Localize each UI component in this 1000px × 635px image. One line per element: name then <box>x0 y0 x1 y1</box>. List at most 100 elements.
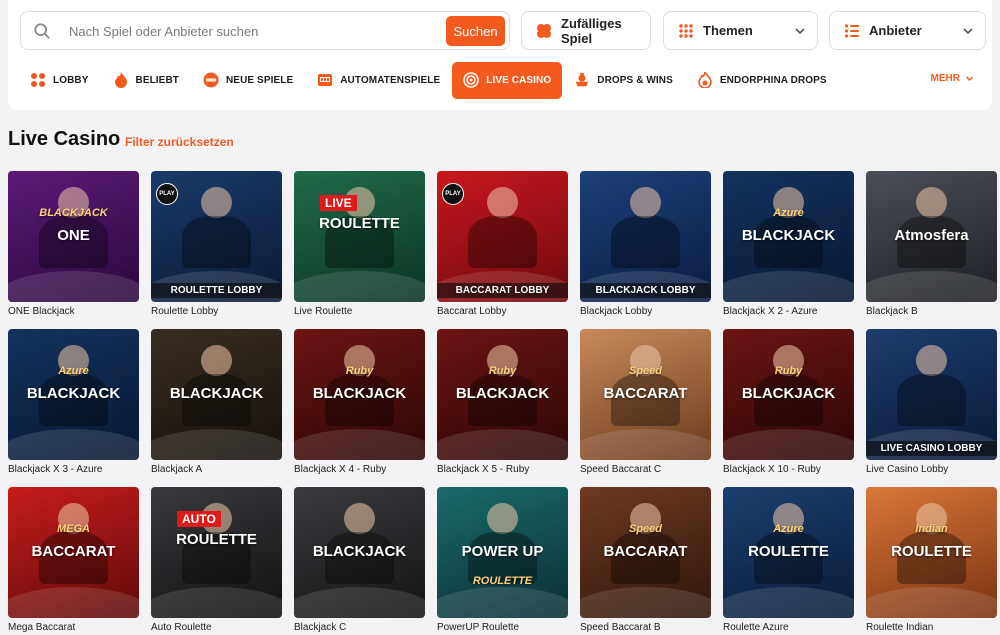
game-title[interactable]: Blackjack B <box>866 306 997 317</box>
game-thumbnail[interactable]: Azure ROULETTE <box>723 487 854 618</box>
play-badge: PLAY <box>156 183 178 205</box>
game-tile[interactable]: Ruby BLACKJACK Blackjack X 5 - Ruby <box>437 329 568 475</box>
chevron-down-icon <box>963 28 973 35</box>
game-tile[interactable]: PLAY ROULETTE LOBBY Roulette Lobby <box>151 171 282 317</box>
game-title[interactable]: Blackjack X 10 - Ruby <box>723 464 854 475</box>
game-overlay-title: BLACKJACK <box>455 385 550 402</box>
game-title[interactable]: Baccarat Lobby <box>437 306 568 317</box>
game-title[interactable]: Mega Baccarat <box>8 622 139 633</box>
game-title[interactable]: Blackjack X 3 - Azure <box>8 464 139 475</box>
nav-slots[interactable]: AUTOMATENSPIELE <box>305 62 452 98</box>
table-surface <box>580 586 711 618</box>
game-overlay-title: BLACKJACK <box>741 385 836 402</box>
search-input[interactable] <box>69 21 439 41</box>
game-thumbnail[interactable]: PLAY ROULETTE LOBBY <box>151 171 282 302</box>
game-tile[interactable]: LIVE ROULETTE Live Roulette <box>294 171 425 317</box>
game-title[interactable]: Live Casino Lobby <box>866 464 997 475</box>
game-overlay-title: BACCARAT <box>603 385 688 402</box>
game-thumbnail[interactable]: Azure BLACKJACK <box>723 171 854 302</box>
game-title[interactable]: Blackjack A <box>151 464 282 475</box>
game-thumbnail[interactable]: PLAY BACCARAT LOBBY <box>437 171 568 302</box>
nav-lobby[interactable]: LOBBY <box>18 62 101 98</box>
game-thumbnail[interactable]: LIVE CASINO LOBBY <box>866 329 997 460</box>
game-thumbnail[interactable]: Indian ROULETTE <box>866 487 997 618</box>
themes-dropdown[interactable]: Themen <box>663 11 818 50</box>
game-thumbnail[interactable]: Atmosfera <box>866 171 997 302</box>
game-title[interactable]: Blackjack X 5 - Ruby <box>437 464 568 475</box>
table-surface <box>723 270 854 302</box>
game-tile[interactable]: BLACKJACK LOBBY Blackjack Lobby <box>580 171 711 317</box>
game-thumbnail[interactable]: Ruby BLACKJACK <box>294 329 425 460</box>
game-subtitle: Azure <box>58 365 89 377</box>
game-title[interactable]: Live Roulette <box>294 306 425 317</box>
more-menu[interactable]: MEHR <box>931 73 974 84</box>
table-surface <box>437 428 568 460</box>
game-title[interactable]: Roulette Indian <box>866 622 997 633</box>
game-tile[interactable]: Ruby BLACKJACK Blackjack X 10 - Ruby <box>723 329 854 475</box>
game-thumbnail[interactable]: Azure BLACKJACK <box>8 329 139 460</box>
game-tile[interactable]: BLACKJACK Blackjack C <box>294 487 425 633</box>
game-tile[interactable]: MEGA BACCARAT Mega Baccarat <box>8 487 139 633</box>
nav-label: BELIEBT <box>135 74 179 86</box>
game-thumbnail[interactable]: Speed BACCARAT <box>580 329 711 460</box>
game-thumbnail[interactable]: BLACKJACK <box>294 487 425 618</box>
game-tile[interactable]: Azure ROULETTE Roulette Azure <box>723 487 854 633</box>
game-overlay-title: Atmosfera <box>894 227 969 244</box>
game-overlay-title: ROULETTE <box>319 215 400 232</box>
game-title[interactable]: Blackjack X 4 - Ruby <box>294 464 425 475</box>
game-tile[interactable]: Indian ROULETTE Roulette Indian <box>866 487 997 633</box>
game-thumbnail[interactable]: Speed BACCARAT <box>580 487 711 618</box>
game-thumbnail[interactable]: BLACKJACK LOBBY <box>580 171 711 302</box>
search-button[interactable]: Suchen <box>446 16 505 46</box>
game-thumbnail[interactable]: BLACKJACK ONE <box>8 171 139 302</box>
more-label: MEHR <box>930 73 960 84</box>
game-subtitle: Azure <box>773 523 804 535</box>
game-tile[interactable]: LIVE CASINO LOBBY Live Casino Lobby <box>866 329 997 475</box>
game-tile[interactable]: Azure BLACKJACK Blackjack X 2 - Azure <box>723 171 854 317</box>
game-tile[interactable]: Azure BLACKJACK Blackjack X 3 - Azure <box>8 329 139 475</box>
game-tile[interactable]: Ruby BLACKJACK Blackjack X 4 - Ruby <box>294 329 425 475</box>
nav-label: DROPS & WINS <box>597 74 673 86</box>
game-tile[interactable]: BLACKJACK Blackjack A <box>151 329 282 475</box>
game-title[interactable]: ONE Blackjack <box>8 306 139 317</box>
game-thumbnail[interactable]: Ruby BLACKJACK <box>723 329 854 460</box>
game-overlay-title: BLACKJACK <box>741 227 836 244</box>
game-title[interactable]: Roulette Lobby <box>151 306 282 317</box>
game-thumbnail[interactable]: Ruby BLACKJACK <box>437 329 568 460</box>
game-tile[interactable]: Speed BACCARAT Speed Baccarat C <box>580 329 711 475</box>
reset-filters-link[interactable]: Filter zurücksetzen <box>125 135 234 149</box>
game-tile[interactable]: ROULETTE POWER UP PowerUP Roulette <box>437 487 568 633</box>
game-title[interactable]: Speed Baccarat B <box>580 622 711 633</box>
game-thumbnail[interactable]: ROULETTE POWER UP <box>437 487 568 618</box>
game-thumbnail[interactable]: AUTO ROULETTE <box>151 487 282 618</box>
game-title[interactable]: Roulette Azure <box>723 622 854 633</box>
game-title[interactable]: Blackjack C <box>294 622 425 633</box>
game-title[interactable]: Blackjack Lobby <box>580 306 711 317</box>
game-overlay-title: BLACKJACK <box>312 543 407 560</box>
game-title[interactable]: Auto Roulette <box>151 622 282 633</box>
list-icon <box>843 22 861 40</box>
game-tile[interactable]: PLAY BACCARAT LOBBY Baccarat Lobby <box>437 171 568 317</box>
game-thumbnail[interactable]: MEGA BACCARAT <box>8 487 139 618</box>
game-tile[interactable]: Speed BACCARAT Speed Baccarat B <box>580 487 711 633</box>
random-game-button[interactable]: Zufälliges Spiel <box>521 11 651 50</box>
new-badge-icon <box>203 72 219 88</box>
game-title[interactable]: Speed Baccarat C <box>580 464 711 475</box>
game-tile[interactable]: Atmosfera Blackjack B <box>866 171 997 317</box>
nav-new-games[interactable]: NEUE SPIELE <box>191 62 305 98</box>
nav-live-casino[interactable]: LIVE CASINO <box>452 61 563 99</box>
nav-label: AUTOMATENSPIELE <box>340 74 441 86</box>
game-tile[interactable]: BLACKJACK ONE ONE Blackjack <box>8 171 139 317</box>
nav-endorphina-drops[interactable]: ENDORPHINA DROPS <box>685 62 839 98</box>
game-thumbnail[interactable]: LIVE ROULETTE <box>294 171 425 302</box>
game-title[interactable]: Blackjack X 2 - Azure <box>723 306 854 317</box>
providers-dropdown[interactable]: Anbieter <box>829 11 986 50</box>
game-tile[interactable]: AUTO ROULETTE Auto Roulette <box>151 487 282 633</box>
table-surface <box>437 586 568 618</box>
nav-popular[interactable]: BELIEBT <box>101 62 191 98</box>
nav-drops-wins[interactable]: DROPS & WINS <box>562 62 685 98</box>
table-surface <box>294 270 425 302</box>
game-subtitle: BLACKJACK <box>39 207 108 219</box>
game-title[interactable]: PowerUP Roulette <box>437 622 568 633</box>
game-thumbnail[interactable]: BLACKJACK <box>151 329 282 460</box>
